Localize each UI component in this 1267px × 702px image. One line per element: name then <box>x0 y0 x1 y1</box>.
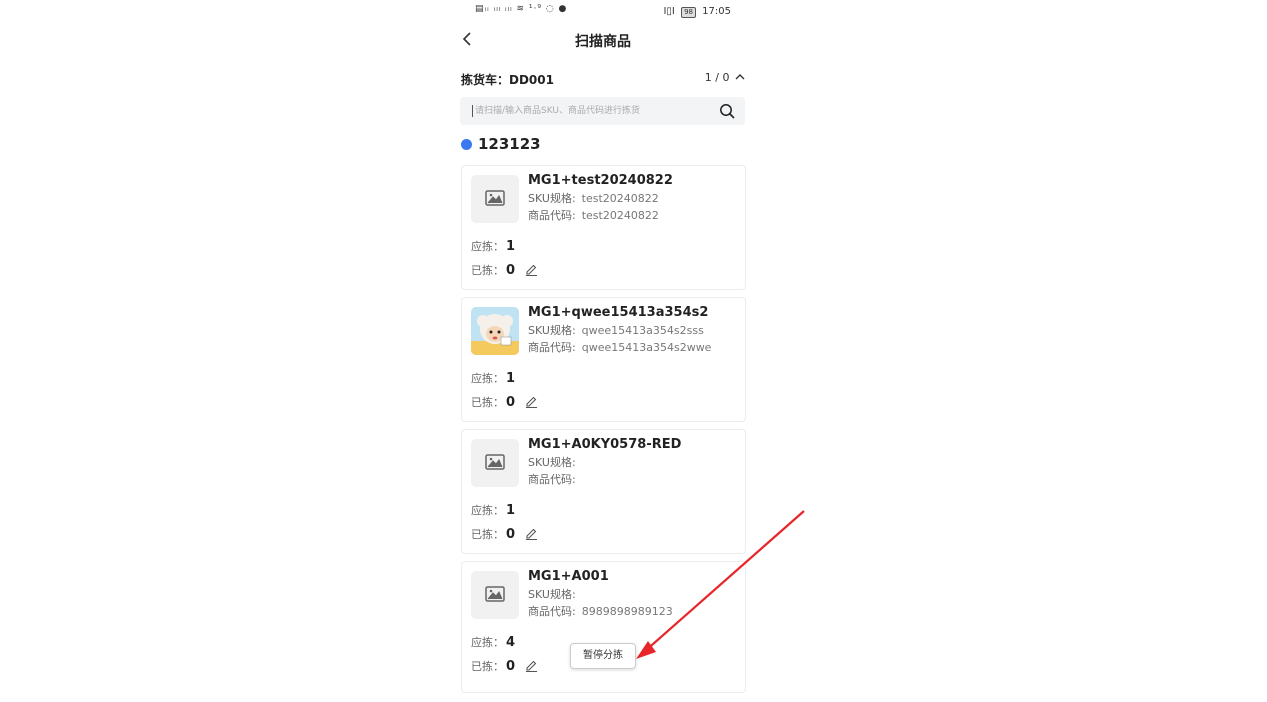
code-value: test20240822 <box>581 209 659 222</box>
should-pick-label: 应拣： <box>471 372 504 385</box>
page-title: 扫描商品 <box>575 34 631 50</box>
should-pick-label: 应拣： <box>471 240 504 253</box>
picked-label: 已拣： <box>471 528 504 541</box>
code-label: 商品代码: <box>528 605 576 618</box>
image-icon <box>485 454 505 470</box>
search-icon[interactable] <box>719 103 735 119</box>
sku-row: SKU规格: <box>528 454 582 470</box>
picked-label: 已拣： <box>471 396 504 409</box>
product-image-placeholder <box>471 439 519 487</box>
counter-value: 1 / 0 <box>704 71 730 84</box>
code-row: 商品代码: <box>528 471 582 487</box>
sku-label: SKU规格: <box>528 456 576 469</box>
sku-label: SKU规格: <box>528 192 576 205</box>
code-row: 商品代码: 8989898989123 <box>528 603 673 619</box>
chevron-up-icon <box>735 74 745 80</box>
should-pick-row: 应拣： 4 <box>471 634 515 650</box>
sku-row: SKU规格: <box>528 586 582 602</box>
should-pick-value: 1 <box>506 239 516 254</box>
sku-row: SKU规格: test20240822 <box>528 190 659 206</box>
image-icon <box>485 586 505 602</box>
code-label: 商品代码: <box>528 341 576 354</box>
image-icon <box>485 190 505 206</box>
product-card[interactable]: MG1+A001 SKU规格: 商品代码: 8989898989123 应拣： 4 … <box>461 561 746 693</box>
vibrate-icon: I▯I <box>663 6 675 17</box>
picked-row: 已拣： 0 <box>471 262 538 278</box>
search-input[interactable]: 请扫描/输入商品SKU、商品代码进行拣货 <box>472 105 640 117</box>
should-pick-row: 应拣： 1 <box>471 238 515 254</box>
code-label: 商品代码: <box>528 209 576 222</box>
picked-value: 0 <box>506 395 516 410</box>
code-label: 商品代码: <box>528 473 576 486</box>
edit-icon[interactable] <box>525 263 538 276</box>
product-card[interactable]: MG1+test20240822 SKU规格: test20240822 商品代码… <box>461 165 746 290</box>
pause-sorting-button[interactable]: 暂停分拣 <box>570 643 636 669</box>
product-name: MG1+qwee15413a354s2 <box>528 305 709 320</box>
sku-label: SKU规格: <box>528 588 576 601</box>
cart-counter[interactable]: 1 / 0 <box>705 71 745 84</box>
code-row: 商品代码: test20240822 <box>528 207 659 223</box>
edit-icon[interactable] <box>525 395 538 408</box>
product-name: MG1+test20240822 <box>528 173 673 188</box>
phone-screen: ▤ᵢᵢ ᵢₗₗ ᵢₗₗ ≋ ¹·⁹ ◌ ● I▯I 98 17:05 扫描商品 … <box>453 0 753 702</box>
picked-row: 已拣： 0 <box>471 658 538 674</box>
nav-bar: 扫描商品 <box>453 26 753 56</box>
status-time: 17:05 <box>702 6 731 17</box>
edit-icon[interactable] <box>525 659 538 672</box>
product-image-placeholder <box>471 175 519 223</box>
code-value: qwee15413a354s2wwe <box>581 341 712 354</box>
should-pick-label: 应拣： <box>471 636 504 649</box>
picked-row: 已拣： 0 <box>471 526 538 542</box>
should-pick-row: 应拣： 1 <box>471 370 515 386</box>
picked-label: 已拣： <box>471 264 504 277</box>
should-pick-value: 4 <box>506 635 516 650</box>
picked-row: 已拣： 0 <box>471 394 538 410</box>
cartoon-sheep-image <box>471 307 519 355</box>
product-name: MG1+A0KY0578-RED <box>528 437 682 452</box>
sku-value: test20240822 <box>581 192 659 205</box>
battery-icon: 98 <box>681 7 696 18</box>
group-dot-icon <box>461 139 472 150</box>
code-row: 商品代码: qwee15413a354s2wwe <box>528 339 711 355</box>
sku-label: SKU规格: <box>528 324 576 337</box>
product-image <box>471 307 519 355</box>
code-value: 8989898989123 <box>581 605 673 618</box>
product-image-placeholder <box>471 571 519 619</box>
picked-value: 0 <box>506 659 516 674</box>
product-card[interactable]: MG1+A0KY0578-RED SKU规格: 商品代码: 应拣： 1 已拣： 0 <box>461 429 746 554</box>
edit-icon[interactable] <box>525 527 538 540</box>
product-card[interactable]: MG1+qwee15413a354s2 SKU规格: qwee15413a354s… <box>461 297 746 422</box>
search-bar[interactable]: 请扫描/输入商品SKU、商品代码进行拣货 <box>460 97 745 125</box>
status-bar: ▤ᵢᵢ ᵢₗₗ ᵢₗₗ ≋ ¹·⁹ ◌ ● I▯I 98 17:05 <box>453 0 753 24</box>
should-pick-value: 1 <box>506 371 516 386</box>
sku-value: qwee15413a354s2sss <box>581 324 704 337</box>
status-icons: ▤ᵢᵢ ᵢₗₗ ᵢₗₗ ≋ ¹·⁹ ◌ ● <box>475 4 568 14</box>
should-pick-row: 应拣： 1 <box>471 502 515 518</box>
picked-value: 0 <box>506 263 516 278</box>
group-header: 123123 <box>461 135 541 153</box>
picked-value: 0 <box>506 527 516 542</box>
status-right: I▯I 98 17:05 <box>663 6 731 18</box>
picked-label: 已拣： <box>471 660 504 673</box>
product-name: MG1+A001 <box>528 569 609 584</box>
should-pick-label: 应拣： <box>471 504 504 517</box>
should-pick-value: 1 <box>506 503 516 518</box>
sku-row: SKU规格: qwee15413a354s2sss <box>528 322 704 338</box>
group-name: 123123 <box>478 135 541 153</box>
cart-label: 拣货车：DD001 <box>461 73 554 87</box>
